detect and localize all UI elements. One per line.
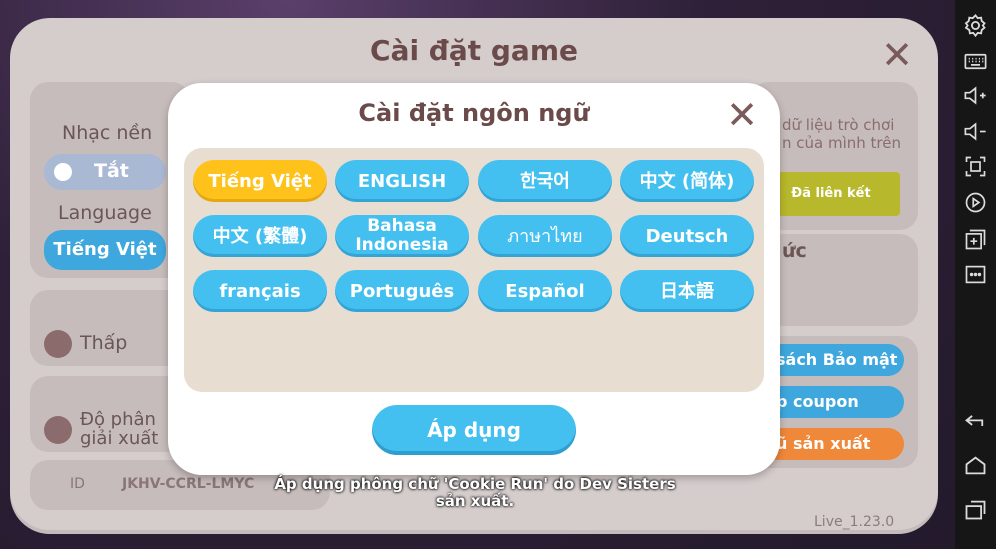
settings-icon[interactable] <box>962 12 989 39</box>
toast-message: Áp dụng phông chữ 'Cookie Run' do Dev Si… <box>274 475 676 510</box>
lang-option-japanese[interactable]: 日本語 <box>620 270 754 312</box>
volume-up-icon[interactable] <box>962 82 989 109</box>
game-screen: Cài đặt game ✕ Nhạc nền Tắt Language Tiế… <box>0 0 955 549</box>
lang-option-chinese-traditional[interactable]: 中文 (繁體) <box>193 215 327 257</box>
lang-option-chinese-simplified[interactable]: 中文 (简体) <box>620 160 754 202</box>
apply-button[interactable]: Áp dụng <box>372 405 576 455</box>
language-dialog-title: Cài đặt ngôn ngữ <box>358 99 590 127</box>
record-icon[interactable] <box>962 189 989 216</box>
recent-apps-icon[interactable] <box>962 496 989 523</box>
language-dialog: Cài đặt ngôn ngữ ✕ Tiếng Việt ENGLISH 한국… <box>168 83 780 475</box>
language-grid: Tiếng Việt ENGLISH 한국어 中文 (简体) 中文 (繁體) B… <box>184 148 764 392</box>
lang-option-indonesian[interactable]: Bahasa Indonesia <box>335 215 469 257</box>
keyboard-icon[interactable] <box>962 48 989 75</box>
fullscreen-icon[interactable] <box>962 153 989 180</box>
more-icon[interactable] <box>962 261 989 288</box>
emulator-sidebar <box>955 0 996 549</box>
add-window-icon[interactable] <box>962 226 989 253</box>
language-dialog-close-icon[interactable]: ✕ <box>724 96 760 134</box>
lang-option-german[interactable]: Deutsch <box>620 215 754 257</box>
home-icon[interactable] <box>962 452 989 479</box>
lang-option-english[interactable]: ENGLISH <box>335 160 469 202</box>
lang-option-vietnamese[interactable]: Tiếng Việt <box>193 160 327 202</box>
lang-option-thai[interactable]: ภาษาไทย <box>478 215 612 257</box>
volume-down-icon[interactable] <box>962 118 989 145</box>
lang-option-portuguese[interactable]: Português <box>335 270 469 312</box>
lang-option-french[interactable]: français <box>193 270 327 312</box>
back-icon[interactable] <box>962 408 989 435</box>
lang-option-spanish[interactable]: Español <box>478 270 612 312</box>
lang-option-korean[interactable]: 한국어 <box>478 160 612 202</box>
